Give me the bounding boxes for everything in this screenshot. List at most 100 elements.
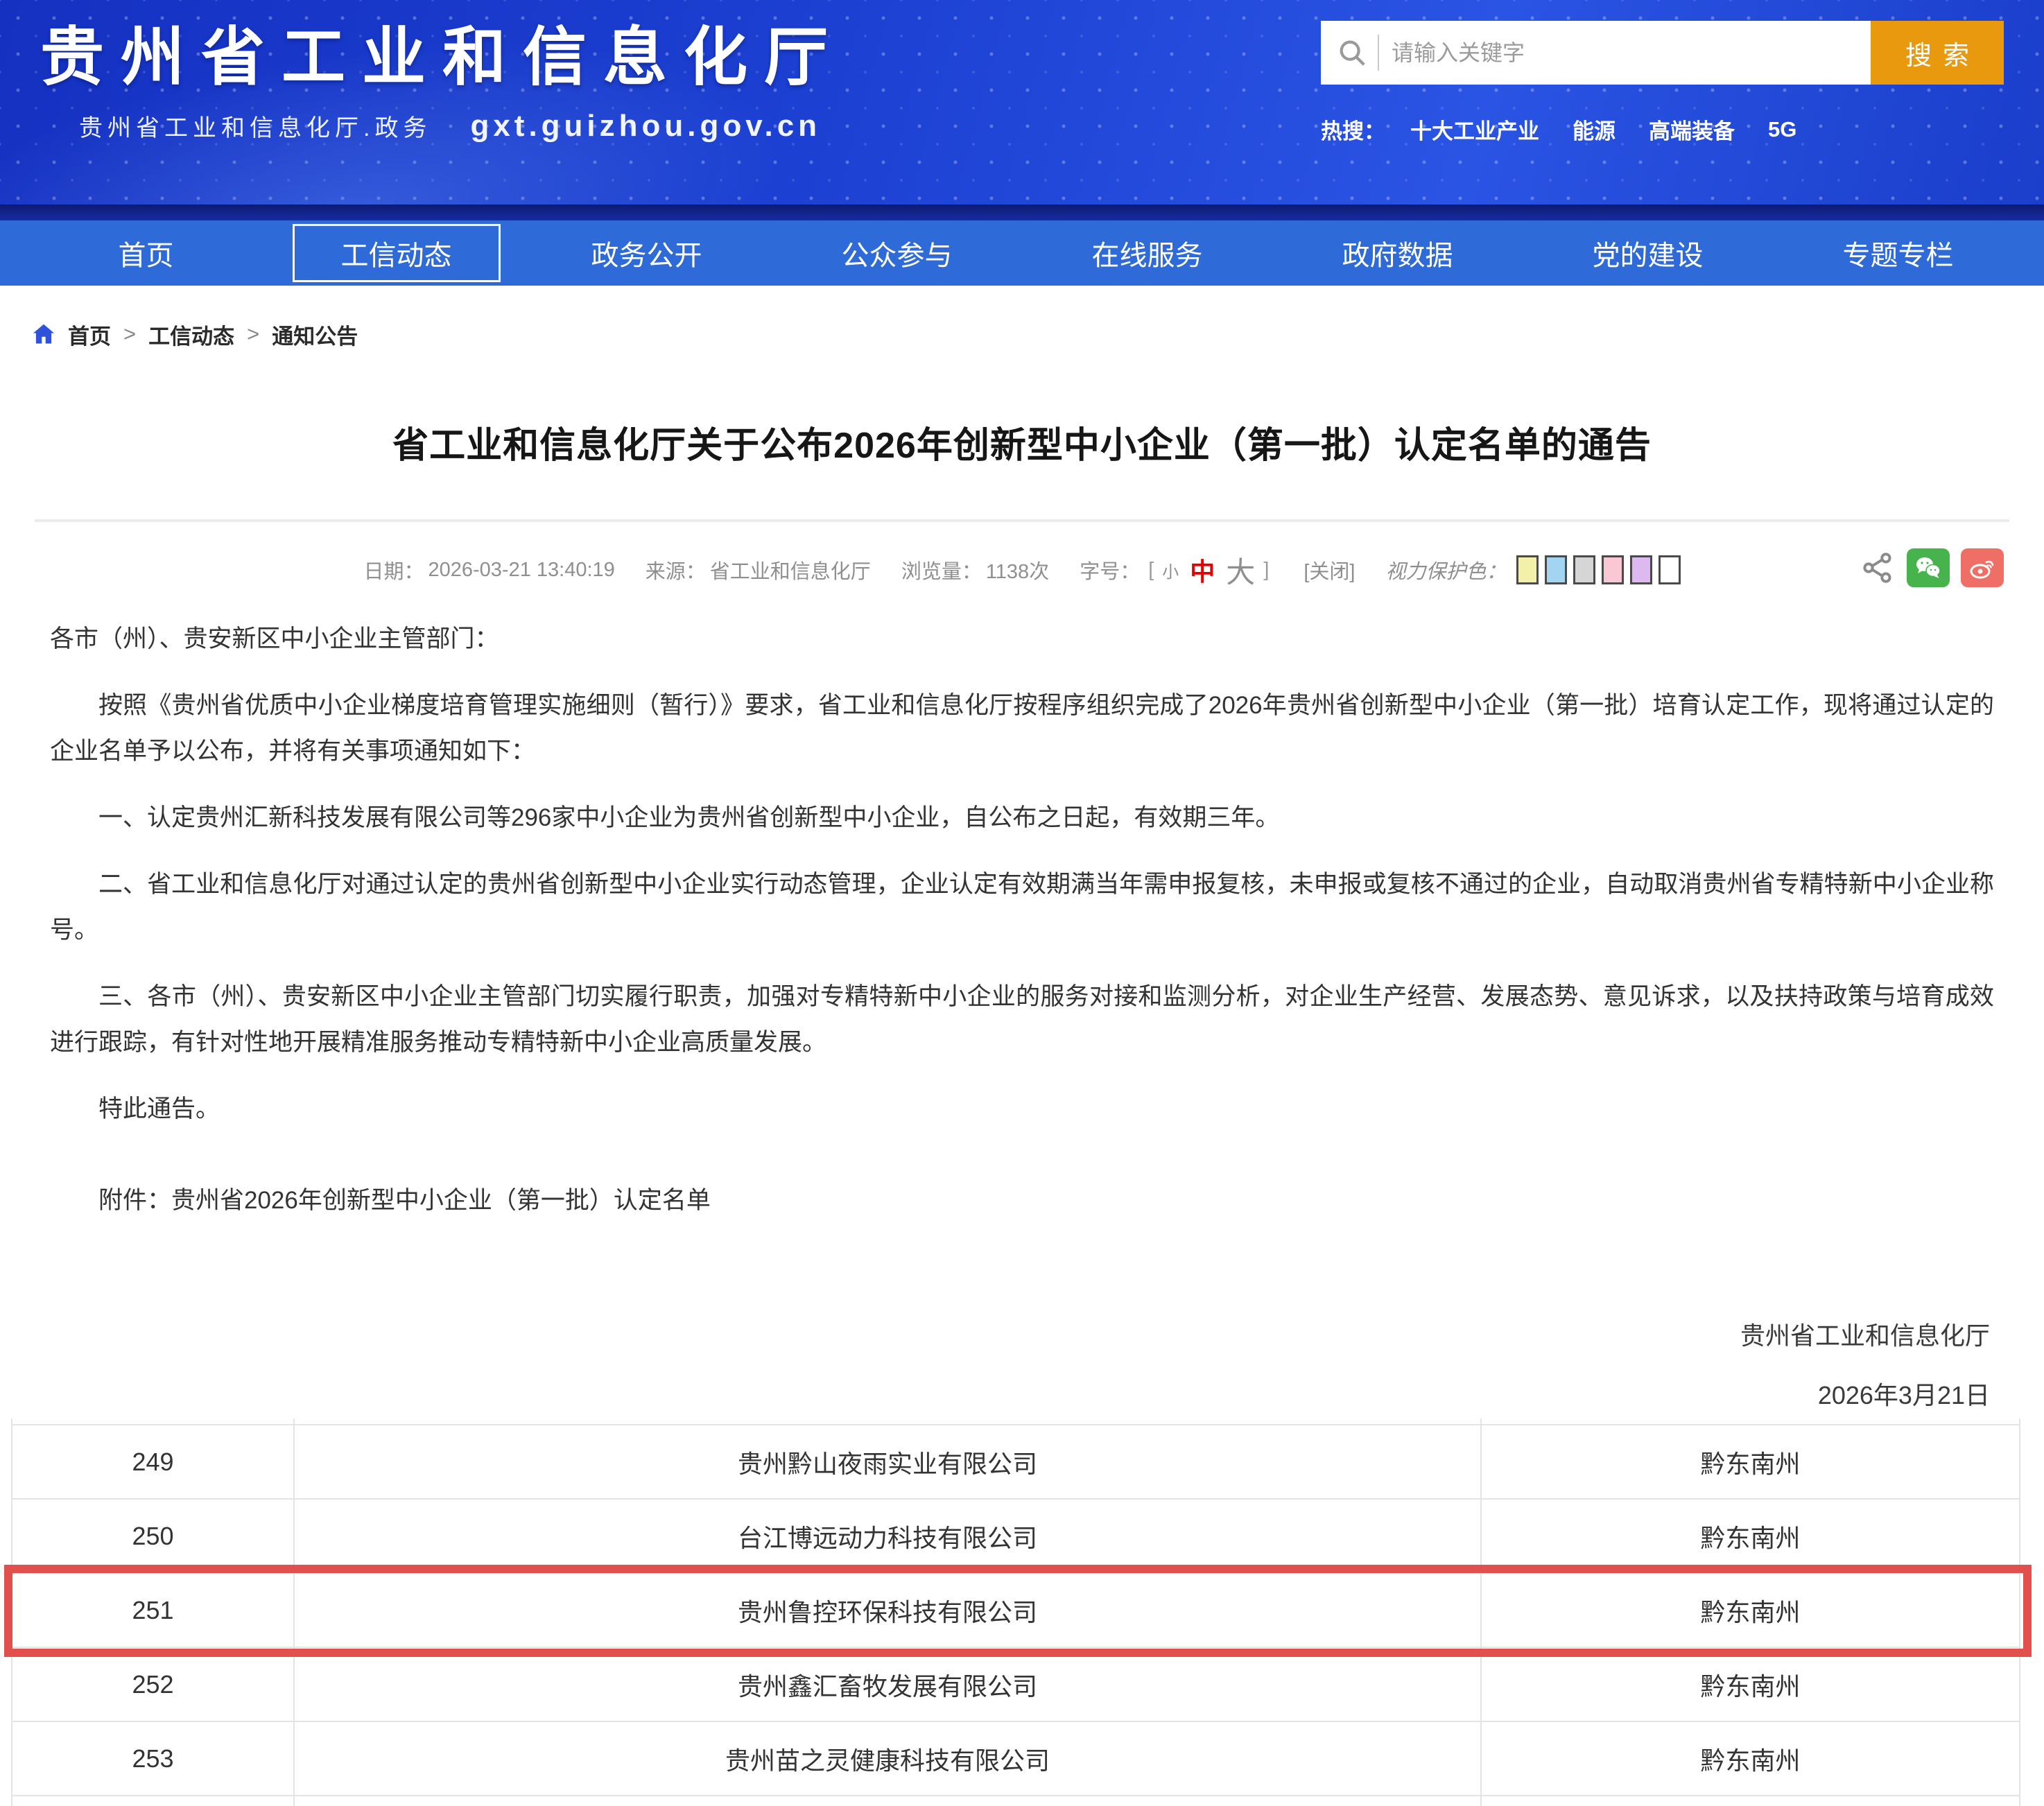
nav-item-gov-data[interactable]: 政府数据 — [1294, 224, 1502, 282]
cell-number: 252 — [12, 1648, 293, 1722]
hot-search-row: 热搜： 十大工业产业 能源 高端装备 5G — [1321, 114, 2004, 145]
cell-region: 黔东南州 — [1480, 1722, 2019, 1796]
meta-source-label: 来源： — [646, 555, 706, 584]
search-input[interactable] — [1392, 28, 1855, 77]
color-swatch-yellow[interactable] — [1516, 555, 1539, 584]
main-nav: 首页 工信动态 政务公开 公众参与 在线服务 政府数据 党的建设 专题专栏 — [0, 220, 2044, 286]
color-swatch-blue[interactable] — [1545, 555, 1567, 584]
search-bar: 搜索 — [1321, 21, 2004, 85]
close-button[interactable]: [关闭] — [1304, 555, 1355, 584]
cell-company-name: 贵州黔山夜雨实业有限公司 — [293, 1425, 1480, 1500]
hot-search-link[interactable]: 十大工业产业 — [1410, 114, 1539, 145]
paragraph: 特此通告。 — [50, 1086, 1994, 1132]
font-size-medium-button[interactable]: 中 — [1190, 552, 1215, 588]
breadcrumb-home[interactable]: 首页 — [68, 319, 111, 350]
cell-company-name: 贵州鲁控环保科技有限公司 — [293, 1574, 1480, 1648]
cell-region: 黔东南州 — [1480, 1425, 2019, 1500]
paragraph: 一、认定贵州汇新科技发展有限公司等296家中小企业为贵州省创新型中小企业，自公布… — [50, 795, 1994, 841]
banner-bottom-edge — [0, 205, 2044, 220]
table-row-highlighted: 251 贵州鲁控环保科技有限公司 黔东南州 — [12, 1574, 2019, 1648]
article-meta: 日期： 2026-03-21 13:40:19 来源： 省工业和信息化厅 浏览量… — [50, 546, 1994, 594]
signature-date: 2026年3月21日 — [50, 1373, 1990, 1418]
nav-item-public-participation[interactable]: 公众参与 — [793, 224, 1001, 282]
eye-protect-control: 视力保护色： — [1386, 555, 1681, 584]
attachment-link[interactable]: 附件：贵州省2026年创新型中小企业（第一批）认定名单 — [50, 1181, 1994, 1216]
table-cell — [1480, 1418, 2019, 1425]
wechat-icon[interactable] — [1907, 548, 1950, 587]
company-list-table: 249 贵州黔山夜雨实业有限公司 黔东南州 250 台江博远动力科技有限公司 黔… — [11, 1418, 2020, 1806]
nav-item-gov-open[interactable]: 政务公开 — [543, 224, 751, 282]
share-icon[interactable] — [1860, 550, 1896, 586]
cell-number: 253 — [12, 1722, 293, 1796]
eye-protect-swatches — [1516, 555, 1681, 584]
search-button[interactable]: 搜索 — [1871, 21, 2004, 85]
paragraph: 二、省工业和信息化厅对通过认定的贵州省创新型中小企业实行动态管理，企业认定有效期… — [50, 862, 1994, 953]
breadcrumb-separator: > — [247, 322, 259, 347]
breadcrumb-notices[interactable]: 通知公告 — [272, 319, 358, 350]
breadcrumb-separator: > — [123, 322, 136, 347]
article-body: 各市（州）、贵安新区中小企业主管部门： 按照《贵州省优质中小企业梯度培育管理实施… — [50, 616, 1994, 1132]
font-size-label: 字号： — [1080, 555, 1140, 584]
share-group — [1860, 548, 2004, 587]
table-row-partial-top — [12, 1418, 2019, 1425]
weibo-icon[interactable] — [1961, 548, 2004, 587]
search-area: 搜索 热搜： 十大工业产业 能源 高端装备 5G — [1321, 21, 2004, 145]
meta-views: 浏览量： 1138次 — [901, 555, 1049, 584]
table-cell — [12, 1796, 293, 1806]
article: 省工业和信息化厅关于公布2026年创新型中小企业（第一批）认定名单的通告 日期：… — [0, 416, 2044, 1418]
signature-org: 贵州省工业和信息化厅 — [50, 1313, 1990, 1359]
color-swatch-purple[interactable] — [1630, 555, 1652, 584]
nav-item-gongxin-news[interactable]: 工信动态 — [293, 224, 501, 282]
search-separator — [1378, 35, 1379, 71]
site-banner: 贵州省工业和信息化厅 贵州省工业和信息化厅.政务 gxt.guizhou.gov… — [0, 0, 2044, 205]
cell-number: 250 — [12, 1500, 293, 1574]
home-icon — [31, 322, 57, 347]
search-input-wrap — [1321, 21, 1871, 85]
nav-item-online-service[interactable]: 在线服务 — [1043, 224, 1251, 282]
bracket-close: ] — [1263, 559, 1269, 582]
font-size-small-button[interactable]: 小 — [1162, 558, 1179, 582]
hot-search-link[interactable]: 5G — [1768, 117, 1796, 142]
page-title: 省工业和信息化厅关于公布2026年创新型中小企业（第一批）认定名单的通告 — [50, 416, 1994, 468]
signature-block: 贵州省工业和信息化厅 2026年3月21日 — [50, 1313, 1994, 1418]
table-row-partial-bottom — [12, 1796, 2019, 1806]
site-title: 贵州省工业和信息化厅 — [40, 6, 845, 98]
table-cell — [1480, 1796, 2019, 1806]
meta-date-value: 2026-03-21 13:40:19 — [428, 559, 614, 582]
meta-date: 日期： 2026-03-21 13:40:19 — [363, 555, 614, 584]
color-swatch-white[interactable] — [1658, 555, 1681, 584]
paragraph: 三、各市（州）、贵安新区中小企业主管部门切实履行职责，加强对专精特新中小企业的服… — [50, 974, 1994, 1066]
site-subline: 贵州省工业和信息化厅.政务 gxt.guizhou.gov.cn — [79, 109, 845, 144]
table-row: 249 贵州黔山夜雨实业有限公司 黔东南州 — [12, 1425, 2019, 1500]
nav-item-special-columns[interactable]: 专题专栏 — [1794, 224, 2002, 282]
search-icon — [1336, 37, 1368, 69]
eye-protect-label: 视力保护色： — [1386, 555, 1507, 584]
site-domain: gxt.guizhou.gov.cn — [470, 109, 821, 144]
site-subtitle: 贵州省工业和信息化厅.政务 — [79, 109, 431, 143]
meta-date-label: 日期： — [363, 555, 424, 584]
font-size-control: 字号： [ 小 中 大 ] — [1080, 549, 1273, 591]
breadcrumb: 首页 > 工信动态 > 通知公告 — [0, 286, 2044, 355]
hot-search-link[interactable]: 高端装备 — [1649, 114, 1735, 145]
nav-item-party-building[interactable]: 党的建设 — [1544, 224, 1752, 282]
hot-search-link[interactable]: 能源 — [1573, 114, 1616, 145]
font-size-large-button[interactable]: 大 — [1226, 549, 1255, 591]
color-swatch-gray[interactable] — [1573, 555, 1595, 584]
site-identity: 贵州省工业和信息化厅 贵州省工业和信息化厅.政务 gxt.guizhou.gov… — [40, 6, 845, 144]
bracket-open: [ — [1148, 559, 1154, 582]
meta-views-value: 1138次 — [986, 555, 1049, 584]
cell-company-name: 台江博远动力科技有限公司 — [293, 1500, 1480, 1574]
cell-region: 黔东南州 — [1480, 1500, 2019, 1574]
cell-number: 251 — [12, 1574, 293, 1648]
cell-company-name: 贵州苗之灵健康科技有限公司 — [293, 1722, 1480, 1796]
table-cell — [293, 1418, 1480, 1425]
table-cell — [293, 1796, 1480, 1806]
table-row: 252 贵州鑫汇畜牧发展有限公司 黔东南州 — [12, 1648, 2019, 1722]
table-row: 253 贵州苗之灵健康科技有限公司 黔东南州 — [12, 1722, 2019, 1796]
table-cell — [12, 1418, 293, 1425]
table-row: 250 台江博远动力科技有限公司 黔东南州 — [12, 1500, 2019, 1574]
nav-item-home[interactable]: 首页 — [42, 224, 250, 282]
paragraph: 按照《贵州省优质中小企业梯度培育管理实施细则（暂行）》要求，省工业和信息化厅按程… — [50, 683, 1994, 774]
color-swatch-pink[interactable] — [1602, 555, 1624, 584]
breadcrumb-gongxin-news[interactable]: 工信动态 — [148, 319, 234, 350]
